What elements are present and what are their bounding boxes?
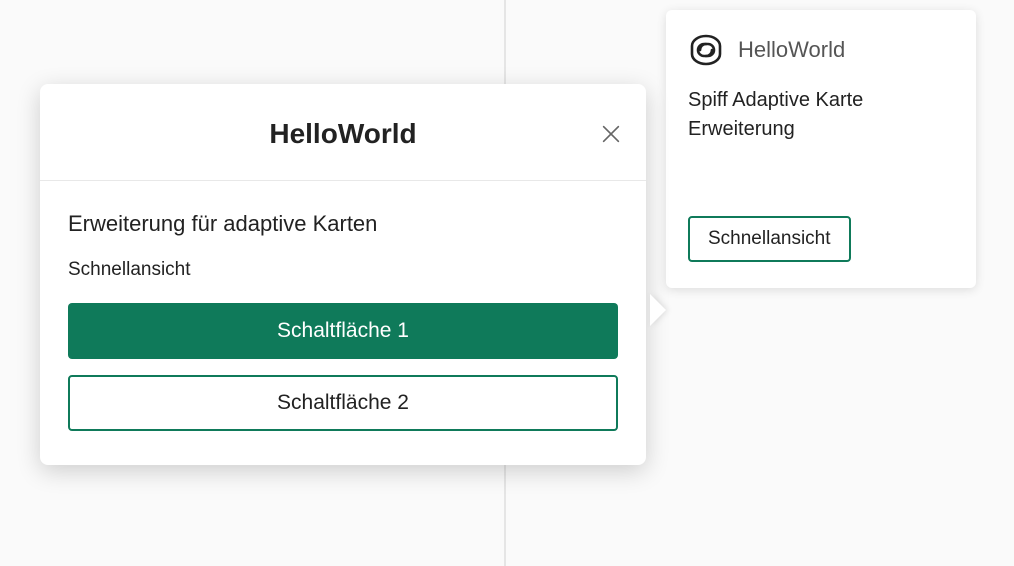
button-2[interactable]: Schaltfläche 2 bbox=[68, 375, 618, 431]
modal-heading: Erweiterung für adaptive Karten bbox=[68, 211, 618, 237]
card-header: HelloWorld bbox=[688, 32, 954, 68]
adaptive-card: HelloWorld Spiff Adaptive Karte Erweiter… bbox=[666, 10, 976, 288]
callout-arrow bbox=[646, 294, 666, 326]
link-icon bbox=[688, 32, 724, 68]
quick-view-button[interactable]: Schnellansicht bbox=[688, 216, 851, 262]
modal-body: Erweiterung für adaptive Karten Schnella… bbox=[40, 181, 646, 465]
button-1[interactable]: Schaltfläche 1 bbox=[68, 303, 618, 359]
card-title: HelloWorld bbox=[738, 37, 845, 63]
card-description: Spiff Adaptive Karte Erweiterung bbox=[688, 86, 888, 144]
quick-view-modal: HelloWorld Erweiterung für adaptive Kart… bbox=[40, 84, 646, 465]
modal-header: HelloWorld bbox=[40, 84, 646, 181]
close-button[interactable] bbox=[598, 122, 624, 148]
close-icon bbox=[600, 133, 622, 148]
modal-title: HelloWorld bbox=[40, 118, 646, 150]
modal-subheading: Schnellansicht bbox=[68, 259, 618, 281]
